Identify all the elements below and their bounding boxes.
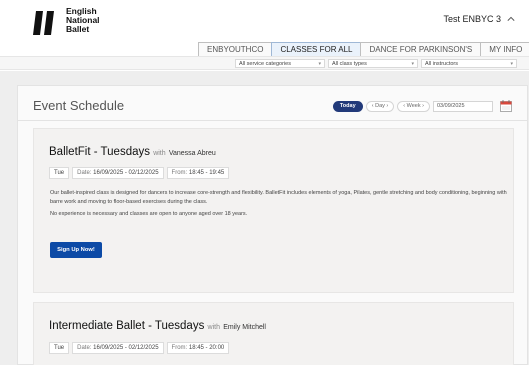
event-card: Intermediate Ballet - Tuesdays with Emil…: [33, 302, 514, 365]
tab-classes-for-all[interactable]: CLASSES FOR ALL: [271, 42, 362, 56]
day-button[interactable]: ‹ Day ›: [365, 100, 395, 112]
date-label: Date:: [77, 170, 92, 176]
from-label: From:: [171, 345, 188, 351]
event-title-text: Intermediate Ballet - Tuesdays: [49, 320, 205, 332]
time-range: 18:45 - 19:45: [188, 170, 225, 176]
week-button[interactable]: ‹ Week ›: [397, 100, 430, 112]
time-range: 18:45 - 20:00: [188, 345, 225, 351]
dropdown-arrow-icon: ▾: [411, 61, 414, 67]
event-card: BalletFit - Tuesdays with Vanessa Abreu …: [33, 128, 514, 293]
divider: [18, 120, 527, 121]
instructor-select[interactable]: All instructors ▾: [421, 59, 517, 68]
site-header: English National Ballet Test ENBYC 3: [0, 0, 529, 42]
tab-dance-for-parkinsons[interactable]: DANCE FOR PARKINSON'S: [360, 42, 482, 56]
time-badge: From: 18:45 - 20:00: [166, 342, 230, 354]
tab-my-info[interactable]: MY INFO: [480, 42, 529, 56]
logo-text: English National Ballet: [66, 7, 100, 34]
with-label: with: [153, 150, 166, 157]
day-badge: Tue: [49, 167, 70, 179]
sign-up-button[interactable]: Sign Up Now!: [50, 242, 102, 258]
instructor-name: Vanessa Abreu: [168, 150, 216, 157]
service-category-select[interactable]: All service categories ▾: [235, 59, 325, 68]
schedule-controls: Today ‹ Day › ‹ Week › 03/09/2025: [332, 100, 512, 112]
day-badge: Tue: [49, 342, 70, 354]
event-title-text: BalletFit - Tuesdays: [49, 146, 150, 158]
dropdown-arrow-icon: ▾: [510, 61, 513, 67]
event-description: Our ballet-inspired class is designed fo…: [50, 190, 507, 205]
page-title: Event Schedule: [33, 98, 125, 113]
time-badge: From: 18:45 - 19:45: [166, 167, 230, 179]
instructor-name: Emily Mitchell: [223, 324, 266, 331]
user-menu[interactable]: Test ENBYC 3: [443, 14, 515, 24]
chevron-up-icon: [507, 16, 515, 21]
with-label: with: [207, 324, 220, 331]
date-input[interactable]: 03/09/2025: [433, 100, 493, 112]
date-range: 16/09/2025 - 02/12/2025: [93, 345, 159, 351]
filter-bar: All service categories ▾ All class types…: [0, 56, 529, 70]
event-title: BalletFit - Tuesdays with Vanessa Abreu: [49, 146, 216, 158]
week-label: Week: [406, 102, 421, 109]
class-type-value: All class types: [332, 61, 367, 67]
enb-logo[interactable]: English National Ballet: [32, 5, 122, 39]
page-body: Event Schedule Today ‹ Day › ‹ Week › 03…: [0, 71, 529, 365]
enb-logo-mark: [33, 11, 54, 35]
date-range-badge: Date: 16/09/2025 - 02/12/2025: [72, 342, 164, 354]
calendar-icon[interactable]: [500, 100, 512, 112]
event-meta: Tue Date: 16/09/2025 - 02/12/2025 From: …: [49, 342, 230, 354]
date-range-badge: Date: 16/09/2025 - 02/12/2025: [72, 167, 164, 179]
tab-enbyouthco[interactable]: ENBYOUTHCO: [198, 42, 273, 56]
day-label: Day: [375, 102, 385, 109]
event-meta: Tue Date: 16/09/2025 - 02/12/2025 From: …: [49, 167, 230, 179]
date-label: Date:: [77, 345, 92, 351]
logo-line-3: Ballet: [66, 24, 90, 34]
instructor-value: All instructors: [425, 61, 459, 67]
user-name: Test ENBYC 3: [443, 14, 501, 24]
today-button[interactable]: Today: [332, 100, 363, 112]
service-category-value: All service categories: [239, 61, 291, 67]
from-label: From:: [171, 170, 188, 176]
dropdown-arrow-icon: ▾: [318, 61, 321, 67]
date-range: 16/09/2025 - 02/12/2025: [93, 170, 159, 176]
event-title: Intermediate Ballet - Tuesdays with Emil…: [49, 320, 266, 332]
event-schedule-panel: Event Schedule Today ‹ Day › ‹ Week › 03…: [17, 85, 528, 365]
main-tabs: ENBYOUTHCO CLASSES FOR ALL DANCE FOR PAR…: [198, 42, 529, 56]
class-type-select[interactable]: All class types ▾: [328, 59, 418, 68]
event-note: No experience is necessary and classes a…: [50, 211, 248, 217]
